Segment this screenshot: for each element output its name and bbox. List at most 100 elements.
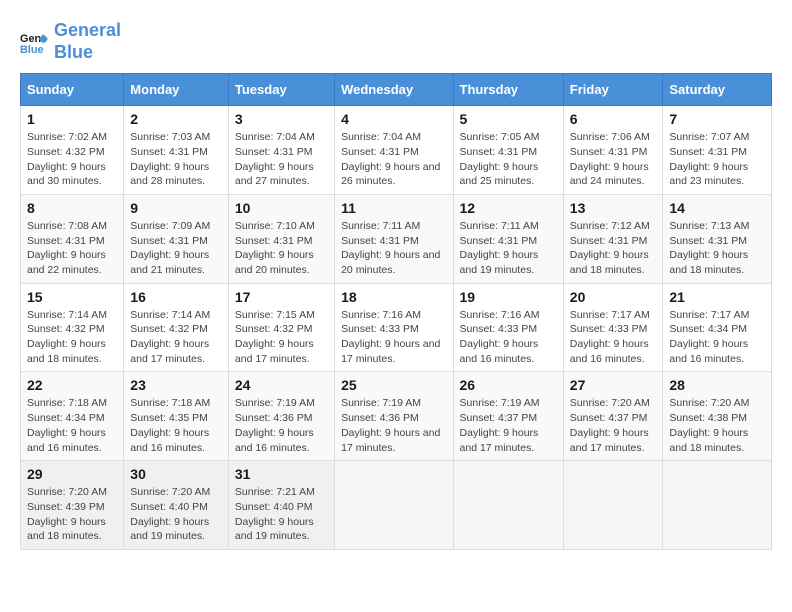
day-info: Sunrise: 7:16 AM Sunset: 4:33 PM Dayligh… [460,308,557,367]
table-cell: 12 Sunrise: 7:11 AM Sunset: 4:31 PM Dayl… [453,194,563,283]
table-cell: 26 Sunrise: 7:19 AM Sunset: 4:37 PM Dayl… [453,372,563,461]
day-info: Sunrise: 7:19 AM Sunset: 4:37 PM Dayligh… [460,396,557,455]
table-cell: 21 Sunrise: 7:17 AM Sunset: 4:34 PM Dayl… [663,283,772,372]
table-cell: 6 Sunrise: 7:06 AM Sunset: 4:31 PM Dayli… [563,106,663,195]
week-row-1: 1 Sunrise: 7:02 AM Sunset: 4:32 PM Dayli… [21,106,772,195]
day-number: 20 [570,289,657,305]
day-info: Sunrise: 7:11 AM Sunset: 4:31 PM Dayligh… [460,219,557,278]
day-number: 8 [27,200,117,216]
day-number: 29 [27,466,117,482]
day-info: Sunrise: 7:18 AM Sunset: 4:34 PM Dayligh… [27,396,117,455]
day-info: Sunrise: 7:08 AM Sunset: 4:31 PM Dayligh… [27,219,117,278]
day-number: 22 [27,377,117,393]
day-info: Sunrise: 7:13 AM Sunset: 4:31 PM Dayligh… [669,219,765,278]
table-cell: 30 Sunrise: 7:20 AM Sunset: 4:40 PM Dayl… [124,461,229,550]
table-cell: 5 Sunrise: 7:05 AM Sunset: 4:31 PM Dayli… [453,106,563,195]
week-row-4: 22 Sunrise: 7:18 AM Sunset: 4:34 PM Dayl… [21,372,772,461]
day-number: 18 [341,289,446,305]
table-cell: 3 Sunrise: 7:04 AM Sunset: 4:31 PM Dayli… [228,106,334,195]
header-saturday: Saturday [663,74,772,106]
svg-text:Blue: Blue [20,43,44,55]
day-number: 30 [130,466,222,482]
day-number: 3 [235,111,328,127]
day-number: 15 [27,289,117,305]
day-number: 9 [130,200,222,216]
header-monday: Monday [124,74,229,106]
table-cell: 11 Sunrise: 7:11 AM Sunset: 4:31 PM Dayl… [335,194,453,283]
week-row-5: 29 Sunrise: 7:20 AM Sunset: 4:39 PM Dayl… [21,461,772,550]
day-info: Sunrise: 7:18 AM Sunset: 4:35 PM Dayligh… [130,396,222,455]
day-number: 21 [669,289,765,305]
calendar-table: Sunday Monday Tuesday Wednesday Thursday… [20,73,772,550]
day-info: Sunrise: 7:20 AM Sunset: 4:38 PM Dayligh… [669,396,765,455]
table-cell: 17 Sunrise: 7:15 AM Sunset: 4:32 PM Dayl… [228,283,334,372]
day-number: 7 [669,111,765,127]
page-header: General Blue GeneralBlue [20,20,772,63]
table-cell: 19 Sunrise: 7:16 AM Sunset: 4:33 PM Dayl… [453,283,563,372]
table-cell: 15 Sunrise: 7:14 AM Sunset: 4:32 PM Dayl… [21,283,124,372]
day-number: 25 [341,377,446,393]
logo-text: GeneralBlue [54,20,121,63]
day-number: 16 [130,289,222,305]
day-info: Sunrise: 7:07 AM Sunset: 4:31 PM Dayligh… [669,130,765,189]
table-cell: 1 Sunrise: 7:02 AM Sunset: 4:32 PM Dayli… [21,106,124,195]
day-info: Sunrise: 7:11 AM Sunset: 4:31 PM Dayligh… [341,219,446,278]
table-cell: 7 Sunrise: 7:07 AM Sunset: 4:31 PM Dayli… [663,106,772,195]
day-number: 13 [570,200,657,216]
table-cell: 10 Sunrise: 7:10 AM Sunset: 4:31 PM Dayl… [228,194,334,283]
table-cell: 18 Sunrise: 7:16 AM Sunset: 4:33 PM Dayl… [335,283,453,372]
table-cell: 25 Sunrise: 7:19 AM Sunset: 4:36 PM Dayl… [335,372,453,461]
day-info: Sunrise: 7:17 AM Sunset: 4:33 PM Dayligh… [570,308,657,367]
day-info: Sunrise: 7:10 AM Sunset: 4:31 PM Dayligh… [235,219,328,278]
day-number: 2 [130,111,222,127]
days-header-row: Sunday Monday Tuesday Wednesday Thursday… [21,74,772,106]
table-cell: 29 Sunrise: 7:20 AM Sunset: 4:39 PM Dayl… [21,461,124,550]
table-cell [663,461,772,550]
day-info: Sunrise: 7:19 AM Sunset: 4:36 PM Dayligh… [235,396,328,455]
day-number: 6 [570,111,657,127]
day-info: Sunrise: 7:14 AM Sunset: 4:32 PM Dayligh… [130,308,222,367]
header-tuesday: Tuesday [228,74,334,106]
day-info: Sunrise: 7:15 AM Sunset: 4:32 PM Dayligh… [235,308,328,367]
day-info: Sunrise: 7:09 AM Sunset: 4:31 PM Dayligh… [130,219,222,278]
table-cell: 24 Sunrise: 7:19 AM Sunset: 4:36 PM Dayl… [228,372,334,461]
day-info: Sunrise: 7:16 AM Sunset: 4:33 PM Dayligh… [341,308,446,367]
day-number: 28 [669,377,765,393]
day-number: 31 [235,466,328,482]
table-cell: 8 Sunrise: 7:08 AM Sunset: 4:31 PM Dayli… [21,194,124,283]
day-info: Sunrise: 7:20 AM Sunset: 4:40 PM Dayligh… [130,485,222,544]
day-info: Sunrise: 7:06 AM Sunset: 4:31 PM Dayligh… [570,130,657,189]
day-number: 14 [669,200,765,216]
day-info: Sunrise: 7:04 AM Sunset: 4:31 PM Dayligh… [341,130,446,189]
table-cell: 22 Sunrise: 7:18 AM Sunset: 4:34 PM Dayl… [21,372,124,461]
table-cell: 4 Sunrise: 7:04 AM Sunset: 4:31 PM Dayli… [335,106,453,195]
table-cell: 20 Sunrise: 7:17 AM Sunset: 4:33 PM Dayl… [563,283,663,372]
header-friday: Friday [563,74,663,106]
table-cell [453,461,563,550]
day-info: Sunrise: 7:20 AM Sunset: 4:37 PM Dayligh… [570,396,657,455]
day-info: Sunrise: 7:05 AM Sunset: 4:31 PM Dayligh… [460,130,557,189]
day-info: Sunrise: 7:14 AM Sunset: 4:32 PM Dayligh… [27,308,117,367]
day-number: 12 [460,200,557,216]
day-number: 17 [235,289,328,305]
day-number: 1 [27,111,117,127]
table-cell: 9 Sunrise: 7:09 AM Sunset: 4:31 PM Dayli… [124,194,229,283]
logo: General Blue GeneralBlue [20,20,121,63]
day-info: Sunrise: 7:21 AM Sunset: 4:40 PM Dayligh… [235,485,328,544]
header-sunday: Sunday [21,74,124,106]
table-cell: 14 Sunrise: 7:13 AM Sunset: 4:31 PM Dayl… [663,194,772,283]
table-cell [563,461,663,550]
day-number: 27 [570,377,657,393]
day-info: Sunrise: 7:17 AM Sunset: 4:34 PM Dayligh… [669,308,765,367]
day-info: Sunrise: 7:03 AM Sunset: 4:31 PM Dayligh… [130,130,222,189]
day-number: 5 [460,111,557,127]
table-cell: 2 Sunrise: 7:03 AM Sunset: 4:31 PM Dayli… [124,106,229,195]
day-info: Sunrise: 7:02 AM Sunset: 4:32 PM Dayligh… [27,130,117,189]
table-cell: 23 Sunrise: 7:18 AM Sunset: 4:35 PM Dayl… [124,372,229,461]
table-cell: 13 Sunrise: 7:12 AM Sunset: 4:31 PM Dayl… [563,194,663,283]
day-info: Sunrise: 7:04 AM Sunset: 4:31 PM Dayligh… [235,130,328,189]
day-number: 4 [341,111,446,127]
day-number: 10 [235,200,328,216]
day-number: 23 [130,377,222,393]
header-thursday: Thursday [453,74,563,106]
